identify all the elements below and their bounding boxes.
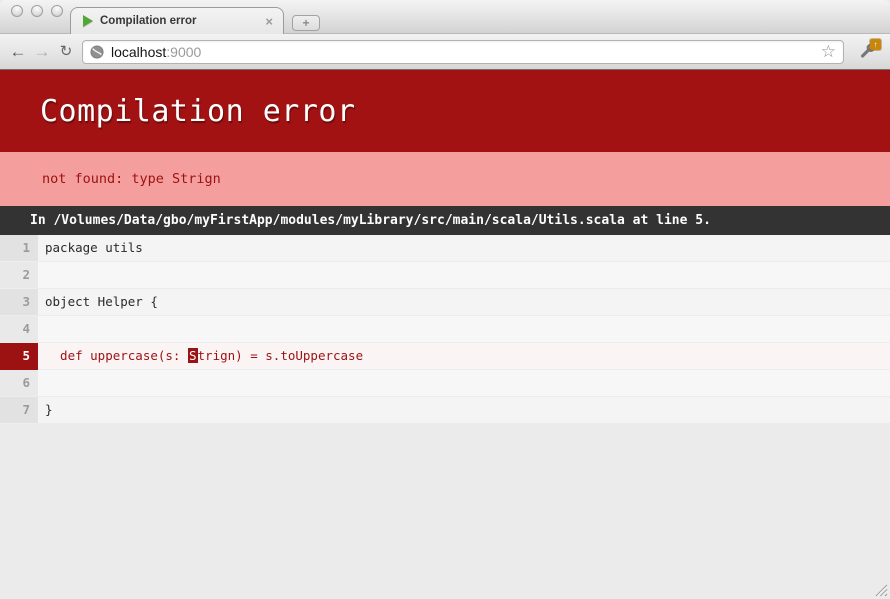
update-badge: ↑ bbox=[870, 39, 881, 50]
forward-button[interactable]: → bbox=[30, 43, 54, 60]
tab-compilation-error[interactable]: Compilation error × bbox=[70, 7, 284, 34]
line-number: 1 bbox=[0, 235, 38, 262]
line-number: 3 bbox=[0, 289, 38, 316]
line-code: package utils bbox=[38, 235, 890, 262]
code-line: 2 bbox=[0, 262, 890, 289]
page-title: Compilation error bbox=[40, 94, 356, 129]
code-line: 3object Helper { bbox=[0, 289, 890, 316]
error-header: Compilation error bbox=[0, 70, 890, 152]
code-line: 1package utils bbox=[0, 235, 890, 262]
back-button[interactable]: ← bbox=[6, 43, 30, 60]
code-line: 6 bbox=[0, 370, 890, 397]
error-location: In /Volumes/Data/gbo/myFirstApp/modules/… bbox=[0, 206, 890, 235]
tab-title: Compilation error bbox=[100, 15, 263, 27]
resize-grip[interactable] bbox=[871, 580, 888, 597]
tab-close-icon[interactable]: × bbox=[263, 15, 275, 28]
zoom-window-button[interactable] bbox=[51, 5, 63, 17]
code-line: 7} bbox=[0, 397, 890, 424]
browser-window: Compilation error × + ← → ↻ localhost:90… bbox=[0, 0, 890, 599]
globe-icon bbox=[90, 45, 104, 59]
line-code: } bbox=[38, 397, 890, 424]
window-controls bbox=[11, 5, 63, 17]
reload-button[interactable]: ↻ bbox=[54, 44, 78, 59]
line-number: 4 bbox=[0, 316, 38, 343]
url-port: :9000 bbox=[166, 44, 201, 60]
line-number: 5 bbox=[0, 343, 38, 370]
plus-icon: + bbox=[302, 17, 309, 29]
bookmark-star-icon[interactable]: ☆ bbox=[821, 43, 836, 60]
line-code bbox=[38, 262, 890, 289]
title-bar: Compilation error × + bbox=[0, 0, 890, 34]
url-text[interactable]: localhost:9000 bbox=[111, 44, 201, 60]
url-host: localhost bbox=[111, 44, 166, 60]
browser-toolbar: ← → ↻ localhost:9000 ☆ ↑ bbox=[0, 34, 890, 70]
address-bar[interactable]: localhost:9000 ☆ bbox=[82, 40, 844, 64]
line-number: 2 bbox=[0, 262, 38, 289]
line-code: def uppercase(s: Strign) = s.toUppercase bbox=[38, 343, 890, 370]
line-code bbox=[38, 316, 890, 343]
error-marker: S bbox=[188, 348, 198, 363]
minimize-window-button[interactable] bbox=[31, 5, 43, 17]
line-number: 7 bbox=[0, 397, 38, 424]
line-code: object Helper { bbox=[38, 289, 890, 316]
play-favicon-icon bbox=[83, 15, 93, 27]
line-number: 6 bbox=[0, 370, 38, 397]
code-line-error: 5 def uppercase(s: Strign) = s.toUpperca… bbox=[0, 343, 890, 370]
error-page: Compilation error not found: type Strign… bbox=[0, 70, 890, 599]
line-code bbox=[38, 370, 890, 397]
new-tab-button[interactable]: + bbox=[292, 15, 320, 31]
settings-menu-button[interactable]: ↑ bbox=[854, 39, 880, 65]
close-window-button[interactable] bbox=[11, 5, 23, 17]
code-line: 4 bbox=[0, 316, 890, 343]
code-listing: 1package utils23object Helper {45 def up… bbox=[0, 235, 890, 424]
error-message: not found: type Strign bbox=[0, 152, 890, 206]
